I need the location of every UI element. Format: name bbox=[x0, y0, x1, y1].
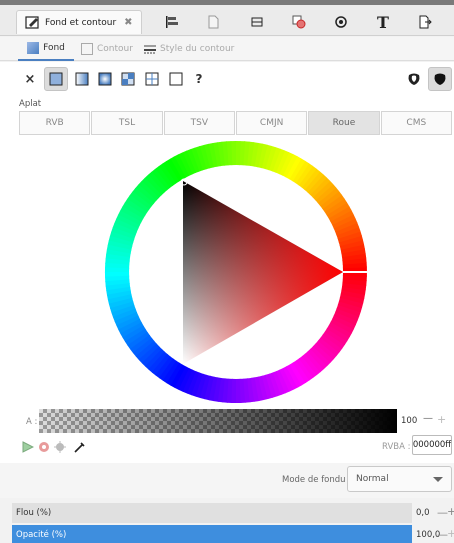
alpha-value[interactable]: 100 bbox=[401, 413, 423, 429]
alpha-slider[interactable] bbox=[39, 409, 397, 433]
blur-slider[interactable]: Flou (%) bbox=[12, 503, 412, 523]
color-managed-icon[interactable] bbox=[22, 441, 34, 453]
blend-mode-select[interactable]: Normal bbox=[347, 466, 452, 492]
chevron-down-icon bbox=[433, 477, 443, 482]
blend-mode-value: Normal bbox=[356, 474, 389, 484]
color-tools bbox=[22, 438, 87, 456]
alpha-decrement-button[interactable]: — bbox=[423, 413, 435, 424]
opacity-label: Opacité (%) bbox=[16, 530, 67, 540]
saturation-value-triangle[interactable] bbox=[183, 181, 343, 364]
rgba-label: RVBA : bbox=[382, 442, 411, 452]
opacity-increment-button[interactable]: + bbox=[447, 527, 454, 540]
color-wheel[interactable] bbox=[0, 0, 454, 543]
blur-label: Flou (%) bbox=[16, 508, 52, 518]
blend-mode-label: Mode de fondu : bbox=[282, 475, 352, 485]
alpha-increment-button[interactable]: + bbox=[437, 413, 451, 426]
too-much-ink-icon[interactable] bbox=[54, 441, 66, 453]
blur-value[interactable]: 0,0 bbox=[416, 508, 430, 518]
out-of-gamut-icon[interactable] bbox=[38, 441, 50, 453]
opacity-slider[interactable]: Opacité (%) bbox=[12, 525, 412, 543]
blur-increment-button[interactable]: + bbox=[447, 505, 454, 518]
alpha-label: A : bbox=[26, 417, 38, 427]
eyedropper-icon[interactable] bbox=[73, 440, 87, 454]
rgba-input[interactable]: 000000ff bbox=[412, 435, 452, 455]
